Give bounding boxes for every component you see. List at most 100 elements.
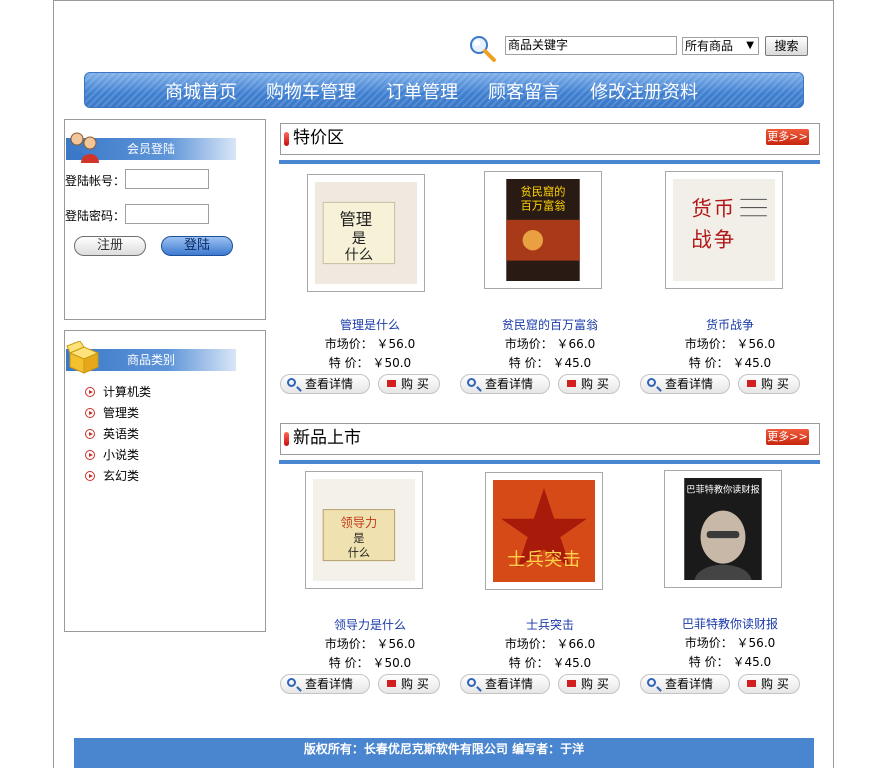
buy-button[interactable]: 购 买 [738, 674, 800, 694]
search-input[interactable]: 商品关键字 [505, 36, 677, 55]
search-button[interactable]: 搜索 [765, 36, 808, 56]
market-price-label: 市场价： [684, 636, 733, 650]
magnifier-icon [647, 378, 656, 387]
new-section-header: 新品上市 更多>> [280, 423, 820, 455]
svg-text:是: 是 [353, 532, 364, 545]
category-item[interactable]: 计算机类 [85, 384, 151, 400]
product-name[interactable]: 管理是什么 [280, 317, 460, 333]
magnifier-icon [287, 678, 296, 687]
nav-home[interactable]: 商城首页 [165, 82, 237, 104]
product-card: 士兵突击 士兵突击 市场价： ￥66.0 特 价： ￥45.0 查看详情 购 买 [460, 470, 640, 700]
product-thumbnail[interactable]: 士兵突击 [485, 472, 603, 590]
svg-text:百万富翁: 百万富翁 [521, 199, 566, 213]
category-item[interactable]: 管理类 [85, 405, 139, 421]
footer: 版权所有：长春优尼克斯软件有限公司 编写者：于洋 [74, 738, 814, 768]
market-price-label: 市场价： [504, 337, 553, 351]
buy-label: 购 买 [761, 677, 789, 691]
product-name[interactable]: 贫民窟的百万富翁 [460, 317, 640, 333]
view-detail-label: 查看详情 [305, 677, 354, 691]
arrow-bullet-icon [85, 408, 95, 418]
special-section-title: 特价区 [293, 128, 344, 148]
buy-label: 购 买 [581, 377, 609, 391]
product-thumbnail[interactable]: 贫民窟的 百万富翁 [484, 171, 602, 289]
login-panel: 会员登陆 登陆帐号： 登陆密码： 注册 登陆 [64, 119, 266, 320]
svg-text:货: 货 [691, 197, 711, 221]
special-price-label: 特 价： [508, 356, 549, 370]
nav-messages[interactable]: 顾客留言 [488, 82, 560, 104]
cart-icon [747, 380, 756, 387]
special-price-label: 特 价： [688, 356, 729, 370]
special-price: 特 价： ￥45.0 [640, 355, 820, 371]
view-detail-button[interactable]: 查看详情 [460, 674, 550, 694]
more-button[interactable]: 更多>> [766, 129, 809, 145]
book-cover-image: 贫民窟的 百万富翁 [506, 179, 580, 281]
category-label: 英语类 [103, 427, 140, 441]
password-input[interactable] [125, 204, 209, 224]
buy-label: 购 买 [581, 677, 609, 691]
buy-button[interactable]: 购 买 [558, 674, 620, 694]
new-section-title: 新品上市 [293, 428, 361, 448]
password-label: 登陆密码： [65, 209, 126, 223]
special-section-header: 特价区 更多>> [280, 123, 820, 155]
view-detail-button[interactable]: 查看详情 [460, 374, 550, 394]
market-price-value: ￥56.0 [736, 337, 776, 351]
market-price-value: ￥66.0 [556, 337, 596, 351]
nav-orders[interactable]: 订单管理 [386, 82, 458, 104]
arrow-bullet-icon [85, 387, 95, 397]
view-detail-button[interactable]: 查看详情 [640, 674, 730, 694]
product-name[interactable]: 巴菲特教你读财报 [640, 616, 820, 632]
buy-button[interactable]: 购 买 [378, 674, 440, 694]
market-price: 市场价： ￥56.0 [640, 635, 820, 651]
special-price-label: 特 价： [328, 656, 369, 670]
product-name[interactable]: 士兵突击 [460, 617, 640, 633]
svg-text:什么: 什么 [348, 547, 370, 560]
section-divider [279, 160, 820, 164]
book-cover-image: 巴菲特教你读财报 [684, 478, 762, 580]
special-price: 特 价： ￥45.0 [460, 355, 640, 371]
cart-icon [567, 380, 576, 387]
view-detail-button[interactable]: 查看详情 [280, 674, 370, 694]
view-detail-button[interactable]: 查看详情 [280, 374, 370, 394]
product-name[interactable]: 货币战争 [640, 317, 820, 333]
category-panel-title: 商品类别 [127, 353, 176, 367]
special-price: 特 价： ￥50.0 [280, 655, 460, 671]
login-button[interactable]: 登陆 [161, 236, 233, 256]
search-scope-select[interactable]: 所有商品 ▼ [682, 37, 759, 55]
login-panel-header: 会员登陆 [66, 132, 236, 163]
category-item[interactable]: 小说类 [85, 447, 139, 463]
market-price-label: 市场价： [324, 337, 373, 351]
login-panel-title: 会员登陆 [127, 142, 176, 156]
nav-cart[interactable]: 购物车管理 [266, 82, 356, 104]
svg-text:领导力: 领导力 [341, 516, 378, 530]
special-price-value: ￥50.0 [372, 656, 412, 670]
product-card: 领导力 是 什么 领导力是什么 市场价： ￥56.0 特 价： ￥50.0 查看… [280, 470, 460, 700]
section-divider [279, 460, 820, 464]
special-price-label: 特 价： [328, 356, 369, 370]
market-price-value: ￥56.0 [376, 637, 416, 651]
buy-button[interactable]: 购 买 [558, 374, 620, 394]
buy-button[interactable]: 购 买 [378, 374, 440, 394]
account-input[interactable] [125, 169, 209, 189]
buy-label: 购 买 [401, 677, 429, 691]
svg-text:币: 币 [714, 197, 734, 221]
product-thumbnail[interactable]: 货 币 战 争 [665, 171, 783, 289]
product-thumbnail[interactable]: 领导力 是 什么 [305, 471, 423, 589]
category-item[interactable]: 玄幻类 [85, 468, 139, 484]
register-button[interactable]: 注册 [74, 236, 146, 256]
product-card: 货 币 战 争 货币战争 市场价： ￥56.0 特 价： ￥45.0 查看详情 … [640, 170, 820, 400]
product-card: 巴菲特教你读财报 巴菲特教你读财报 市场价： ￥56.0 特 价： ￥45.0 … [640, 470, 820, 700]
category-item[interactable]: 英语类 [85, 426, 139, 442]
nav-profile[interactable]: 修改注册资料 [590, 82, 698, 104]
view-detail-button[interactable]: 查看详情 [640, 374, 730, 394]
buy-label: 购 买 [761, 377, 789, 391]
users-icon [66, 130, 102, 164]
buy-button[interactable]: 购 买 [738, 374, 800, 394]
buy-label: 购 买 [401, 377, 429, 391]
arrow-bullet-icon [85, 450, 95, 460]
view-detail-label: 查看详情 [665, 377, 714, 391]
more-button[interactable]: 更多>> [766, 429, 809, 445]
product-name[interactable]: 领导力是什么 [280, 617, 460, 633]
product-thumbnail[interactable]: 巴菲特教你读财报 [664, 470, 782, 588]
market-price-value: ￥56.0 [376, 337, 416, 351]
product-thumbnail[interactable]: 管理 是 什么 [307, 174, 425, 292]
